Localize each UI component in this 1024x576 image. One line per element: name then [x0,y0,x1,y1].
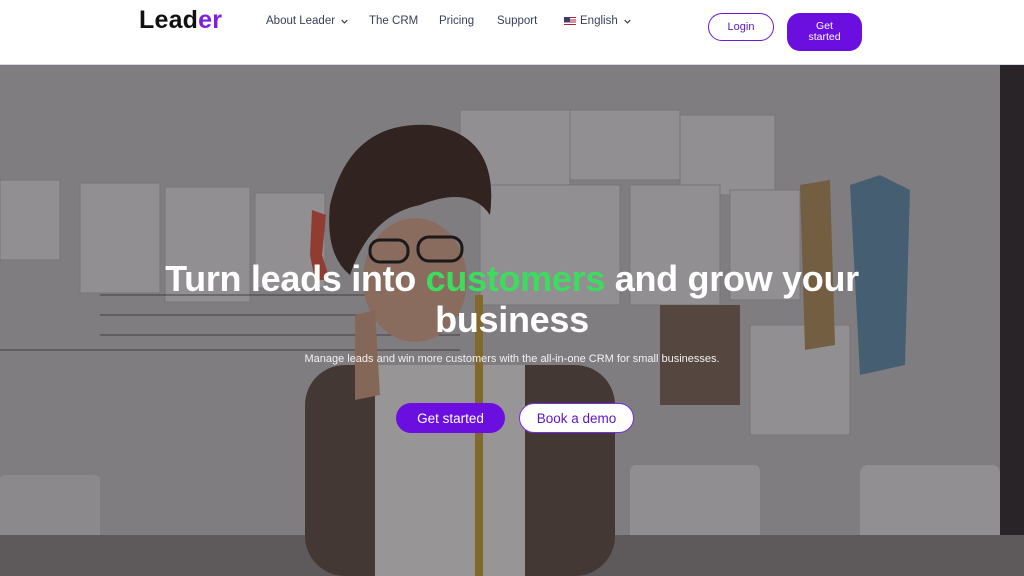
hero-subtitle: Manage leads and win more customers with… [304,353,720,365]
headline-text-pre: Turn leads into [165,258,416,299]
nav-item-label: Pricing [439,15,475,27]
headline-highlight: customers [425,258,606,299]
chevron-down-icon [623,19,631,24]
site-header: Leader About Leader The CRM Pricing Supp… [0,0,1024,65]
nav-item-label: About Leader [266,15,336,27]
get-started-label: Get started [808,21,840,43]
language-label: English [580,15,618,27]
us-flag-icon [564,17,576,25]
nav-item-support[interactable]: Support [497,15,537,27]
leader-logo[interactable]: Leader [139,6,222,35]
hero-get-started-button[interactable]: Get started [396,403,505,433]
chevron-down-icon [341,19,348,24]
get-started-label-line2: started [808,31,841,43]
hero-section: Turn leads into customers and grow your … [0,65,1024,576]
nav-item-label: Support [497,15,538,27]
header-get-started-button[interactable]: Get started [787,13,862,51]
nav-item-label: The CRM [369,15,419,27]
nav-item-the-crm[interactable]: The CRM [369,15,418,27]
login-button[interactable]: Login [708,13,774,41]
language-selector[interactable]: English [564,15,631,27]
book-demo-button[interactable]: Book a demo [519,403,634,433]
nav-item-about-leader[interactable]: About Leader [266,15,348,27]
nav-item-pricing[interactable]: Pricing [439,15,474,27]
logo-text-main: Lead [139,6,199,34]
hero-headline: Turn leads into customers and grow your … [150,258,874,340]
logo-text-accent: er [198,6,223,34]
